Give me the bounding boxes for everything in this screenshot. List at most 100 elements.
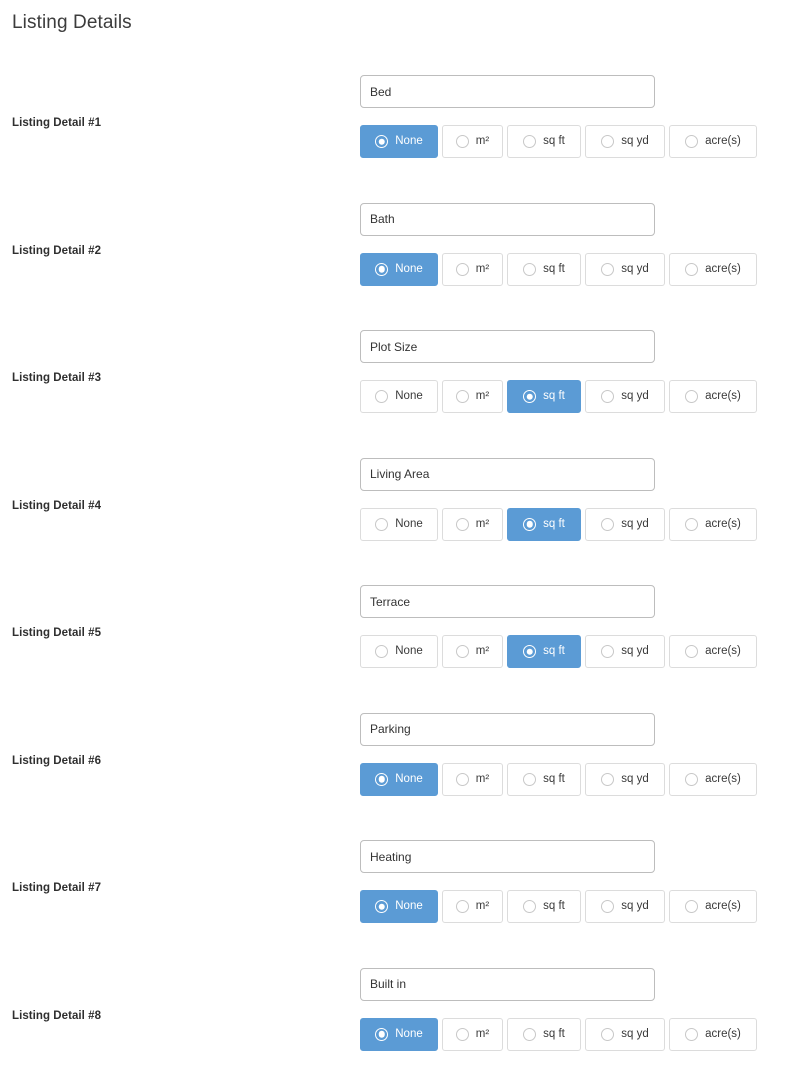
listing-detail-label: Listing Detail #6	[12, 755, 101, 767]
unit-option-sqft[interactable]: sq ft	[507, 508, 581, 541]
unit-option-m2[interactable]: m²	[442, 1018, 503, 1051]
unit-option-label: sq ft	[543, 390, 565, 403]
unit-option-label: m²	[476, 390, 489, 403]
radio-circle-icon	[375, 1028, 388, 1041]
listing-detail-row: Listing Detail #7 None m²sq ftsq ydacre(s)	[0, 827, 792, 955]
radio-circle-icon	[601, 518, 614, 531]
unit-option-sqft[interactable]: sq ft	[507, 380, 581, 413]
listing-detail-name-input[interactable]	[360, 203, 655, 236]
listing-detail-name-input[interactable]	[360, 585, 655, 618]
unit-option-m2[interactable]: m²	[442, 380, 503, 413]
listing-detail-fields: None m²sq ftsq ydacre(s)	[360, 840, 780, 923]
listing-detail-row: Listing Detail #2Nonem²sq ftsq ydacre(s)	[0, 190, 792, 318]
unit-option-label: m²	[476, 645, 489, 658]
unit-radio-group: None m²sq ftsq ydacre(s)	[360, 890, 780, 923]
listing-detail-row: Listing Detail #4Nonem²sq ftsq ydacre(s)	[0, 445, 792, 573]
listing-detail-name-input[interactable]	[360, 713, 655, 746]
listing-detail-fields: None m² sq ft sq yd acre(s)	[360, 458, 780, 541]
unit-option-sqyd[interactable]: sq yd	[585, 380, 665, 413]
unit-option-label: m²	[476, 773, 489, 786]
listing-detail-row: Listing Detail #3Nonem²sq ftsq ydacre(s)	[0, 317, 792, 445]
unit-option-acres[interactable]: acre(s)	[669, 763, 757, 796]
unit-option-label: sq yd	[621, 263, 649, 276]
unit-option-label: sq ft	[543, 263, 565, 276]
unit-option-none[interactable]: None	[360, 508, 438, 541]
unit-option-label: m²	[476, 135, 489, 148]
radio-circle-icon	[456, 645, 469, 658]
listing-detail-label: Listing Detail #5	[12, 627, 101, 639]
unit-option-sqyd[interactable]: sq yd	[585, 763, 665, 796]
unit-option-sqyd[interactable]: sq yd	[585, 635, 665, 668]
unit-option-none[interactable]: None	[360, 1018, 438, 1051]
unit-option-acres[interactable]: acre(s)	[669, 890, 757, 923]
unit-option-none[interactable]: None	[360, 253, 438, 286]
unit-option-acres[interactable]: acre(s)	[669, 380, 757, 413]
unit-option-m2[interactable]: m²	[442, 508, 503, 541]
unit-option-none[interactable]: None	[360, 635, 438, 668]
unit-option-sqft[interactable]: sq ft	[507, 1018, 581, 1051]
unit-option-none[interactable]: None	[360, 890, 438, 923]
unit-option-label: sq yd	[621, 773, 649, 786]
unit-option-acres[interactable]: acre(s)	[669, 1018, 757, 1051]
unit-option-label: acre(s)	[705, 1028, 741, 1041]
unit-option-label: sq yd	[621, 135, 649, 148]
unit-option-label: sq yd	[621, 518, 649, 531]
unit-option-none[interactable]: None	[360, 125, 438, 158]
unit-option-acres[interactable]: acre(s)	[669, 508, 757, 541]
unit-option-label: m²	[476, 1028, 489, 1041]
unit-option-m2[interactable]: m²	[442, 890, 503, 923]
unit-option-label: sq ft	[543, 135, 565, 148]
unit-option-label: sq ft	[543, 1028, 565, 1041]
unit-option-sqft[interactable]: sq ft	[507, 253, 581, 286]
unit-option-m2[interactable]: m²	[442, 763, 503, 796]
unit-option-label: sq ft	[543, 645, 565, 658]
unit-option-label: m²	[476, 518, 489, 531]
radio-circle-icon	[456, 263, 469, 276]
listing-detail-fields: None m² sq ft sq yd acre(s)	[360, 75, 780, 158]
listing-detail-row: Listing Detail #6 None m² sq ft sq yd acre(s)	[0, 700, 792, 828]
listing-detail-name-input[interactable]	[360, 968, 655, 1001]
unit-option-label: None	[395, 645, 423, 658]
radio-circle-icon	[456, 135, 469, 148]
listing-detail-name-input[interactable]	[360, 458, 655, 491]
unit-option-none[interactable]: None	[360, 380, 438, 413]
listing-detail-name-input[interactable]	[360, 330, 655, 363]
unit-option-acres[interactable]: acre(s)	[669, 253, 757, 286]
unit-option-sqyd[interactable]: sq yd	[585, 253, 665, 286]
listing-detail-name-input[interactable]	[360, 75, 655, 108]
radio-circle-icon	[685, 518, 698, 531]
unit-option-sqyd[interactable]: sq yd	[585, 890, 665, 923]
unit-option-sqyd[interactable]: sq yd	[585, 508, 665, 541]
unit-option-label: None	[395, 900, 423, 913]
radio-circle-icon	[456, 773, 469, 786]
unit-option-none[interactable]: None	[360, 763, 438, 796]
unit-radio-group: None m² sq ft sq ydacre(s)	[360, 635, 780, 668]
unit-option-sqft[interactable]: sq ft	[507, 125, 581, 158]
listing-detail-name-input[interactable]	[360, 840, 655, 873]
unit-option-acres[interactable]: acre(s)	[669, 125, 757, 158]
unit-option-sqyd[interactable]: sq yd	[585, 1018, 665, 1051]
listing-detail-fields: None m² sq ft sq ydacre(s)	[360, 585, 780, 668]
radio-circle-icon	[375, 390, 388, 403]
listing-detail-label: Listing Detail #1	[12, 117, 101, 129]
unit-option-label: m²	[476, 263, 489, 276]
radio-circle-icon	[456, 390, 469, 403]
unit-option-m2[interactable]: m²	[442, 635, 503, 668]
unit-radio-group: None m² sq ft sq yd acre(s)	[360, 253, 780, 286]
unit-option-label: None	[395, 518, 423, 531]
radio-circle-icon	[601, 263, 614, 276]
unit-option-acres[interactable]: acre(s)	[669, 635, 757, 668]
unit-option-sqft[interactable]: sq ft	[507, 763, 581, 796]
unit-option-sqft[interactable]: sq ft	[507, 890, 581, 923]
radio-circle-icon	[523, 1028, 536, 1041]
unit-option-m2[interactable]: m²	[442, 125, 503, 158]
listing-detail-label: Listing Detail #7	[12, 882, 101, 894]
listing-detail-label: Listing Detail #8	[12, 1010, 101, 1022]
unit-radio-group: None m² sq ft sq yd acre(s)	[360, 763, 780, 796]
unit-option-sqft[interactable]: sq ft	[507, 635, 581, 668]
unit-option-sqyd[interactable]: sq yd	[585, 125, 665, 158]
radio-circle-icon	[601, 900, 614, 913]
unit-option-label: None	[395, 390, 423, 403]
unit-option-m2[interactable]: m²	[442, 253, 503, 286]
unit-option-label: sq yd	[621, 390, 649, 403]
